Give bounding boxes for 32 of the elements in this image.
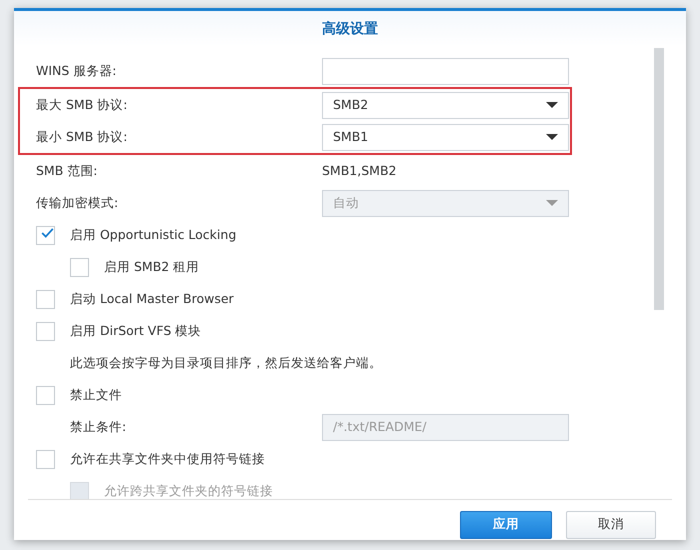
- checkbox[interactable]: [36, 226, 55, 244]
- input-field[interactable]: [322, 58, 569, 84]
- checkbox[interactable]: [70, 258, 89, 276]
- dropdown[interactable]: SMB2: [322, 92, 569, 118]
- checkbox-label: 允许跨共享文件夹的符号链接: [104, 482, 273, 499]
- field-label: 最大 SMB 协议:: [36, 96, 128, 114]
- input-field: /*.txt/README/: [322, 414, 569, 440]
- caret-icon: [546, 200, 558, 206]
- dialog-title: 高级设置: [322, 20, 378, 38]
- checkbox-label: 启动 Local Master Browser: [70, 290, 234, 308]
- field-label: 最小 SMB 协议:: [36, 128, 128, 146]
- cancel-button[interactable]: 取消: [566, 510, 656, 538]
- checkbox-label: 启用 DirSort VFS 模块: [70, 322, 202, 340]
- field-label: SMB 范围:: [36, 162, 98, 180]
- caret-icon: [546, 102, 558, 108]
- checkbox[interactable]: [36, 290, 55, 308]
- checkbox-label: 启用 SMB2 租用: [104, 258, 200, 276]
- field-label: 禁止条件:: [70, 418, 128, 436]
- caret-icon: [546, 134, 558, 140]
- checkbox-label: 禁止文件: [70, 386, 122, 404]
- note-text: 此选项会按字母为目录项目排序，然后发送给客户端。: [70, 354, 382, 372]
- scrollbar[interactable]: [654, 48, 664, 310]
- checkbox[interactable]: [36, 322, 55, 340]
- checkbox-label: 启用 Opportunistic Locking: [70, 226, 236, 244]
- checkbox[interactable]: [36, 450, 55, 468]
- field-label: 传输加密模式:: [36, 194, 120, 212]
- field-value: SMB1,SMB2: [322, 162, 396, 180]
- checkbox-label: 允许在共享文件夹中使用符号链接: [70, 450, 265, 468]
- dropdown: 自动: [322, 190, 569, 216]
- field-label: WINS 服务器:: [36, 62, 118, 80]
- dropdown[interactable]: SMB1: [322, 124, 569, 150]
- checkbox[interactable]: [36, 386, 55, 404]
